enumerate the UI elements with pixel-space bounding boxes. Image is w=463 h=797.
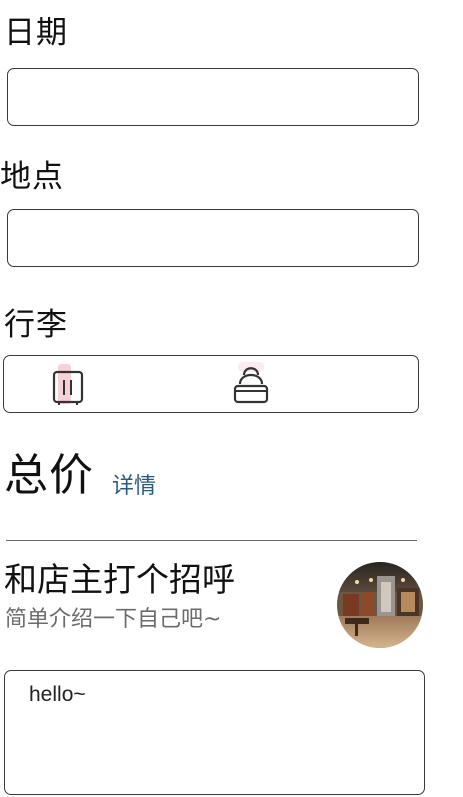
greeting-message-input[interactable]: hello~ <box>4 670 425 795</box>
price-details-link[interactable]: 详情 <box>112 473 156 501</box>
greeting-message-text: hello~ <box>29 683 86 706</box>
section-divider <box>6 540 417 541</box>
location-field[interactable] <box>7 209 419 267</box>
greeting-subtitle: 简单介绍一下自己吧~ <box>5 607 222 632</box>
date-field[interactable] <box>7 68 419 126</box>
greeting-title: 和店主打个招呼 <box>4 560 235 599</box>
backpack-icon[interactable] <box>230 360 270 406</box>
luggage-selector <box>3 355 419 413</box>
total-price-label: 总价 <box>4 450 94 501</box>
date-label: 日期 <box>4 15 68 51</box>
location-label: 地点 <box>0 159 64 195</box>
luggage-label: 行李 <box>4 307 68 343</box>
suitcase-icon[interactable] <box>48 362 88 406</box>
shop-owner-avatar[interactable] <box>337 562 423 648</box>
shop-interior-photo <box>337 562 423 648</box>
